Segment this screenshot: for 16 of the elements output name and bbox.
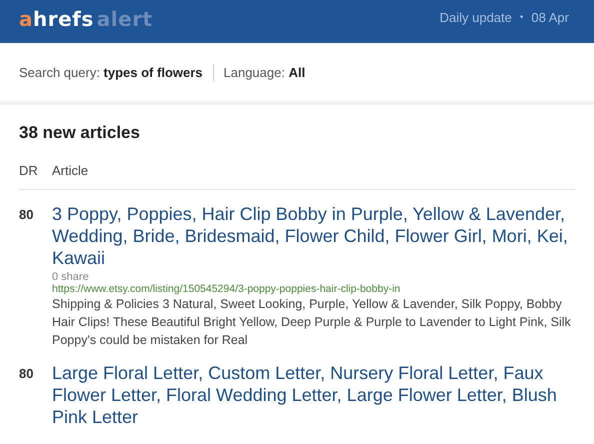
share-count: 0 share — [52, 271, 90, 283]
separator-dot: • — [520, 10, 524, 24]
article-url[interactable]: https://www.etsy.com/listing/150545294/3-poppy-poppies-hair-clip-bobby-in — [52, 283, 575, 295]
filter-text: Language: All — [224, 64, 306, 80]
update-date: 08 Apr — [531, 10, 569, 26]
article-title-link[interactable]: Large Floral Letter, Custom Letter, Nursery Floral Letter, Faux Flower Letter, Floral Wedding Letter, Large Flower Letter, Blush Pink Letter — [52, 362, 575, 428]
update-frequency: Daily update — [440, 10, 512, 26]
domain-rating: 80 — [19, 365, 34, 383]
articles-heading: 38 new articles — [19, 123, 141, 143]
article-snippet: Shipping & Policies 3 Natural, Sweet Looking, Purple, Yellow & Lavender, Silk Poppy, Bobby Hair Clips! These Beautiful Bright Yellow, Deep Purple & Purple to Lavender to Light Pink, Silk Poppy's could be mistaken for Real — [52, 296, 572, 349]
article-title-link[interactable]: 3 Poppy, Poppies, Hair Clip Bobby in Purple, Yellow & Lavender, Wedding, Bride, Bridesmaid, Flower Child, Flower Girl, Mori, Kei, Kawaii — [52, 203, 575, 269]
logo[interactable]: ahrefs alert — [19, 6, 153, 30]
column-header: DR — [19, 163, 39, 178]
filter-text: Search query: types of flowers — [19, 64, 203, 80]
domain-rating: 80 — [19, 206, 34, 224]
column-header: Article — [52, 163, 88, 178]
